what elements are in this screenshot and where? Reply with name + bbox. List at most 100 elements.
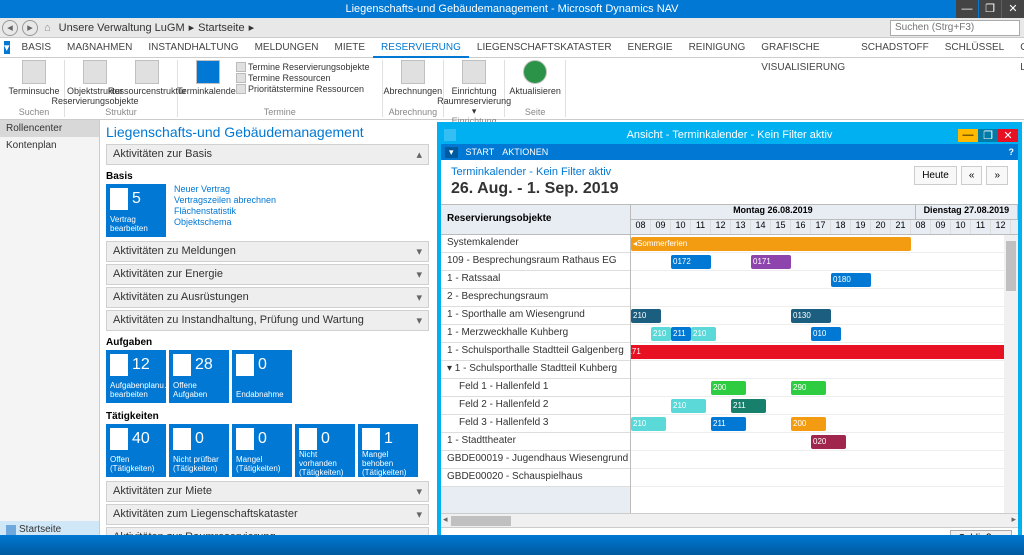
ribbon-mini[interactable]: Prioritätstermine Ressourcen [236,84,370,94]
tab-instandhaltung[interactable]: INSTANDHALTUNG [140,38,246,58]
section-liegkat[interactable]: Aktivitäten zum Liegenschaftskataster▾ [106,504,429,525]
ribbon-ressourcenstruktur[interactable]: Ressourcenstruktur [123,60,171,106]
gantt-row-label[interactable]: 1 - Merzweckhalle Kuhberg [441,325,630,343]
tab-grafische visualisierung[interactable]: GRAFISCHE VISUALISIERUNG [753,38,853,58]
gantt-row-label[interactable]: Feld 2 - Hallenfeld 2 [441,397,630,415]
section-miete[interactable]: Aktivitäten zur Miete▾ [106,481,429,502]
breadcrumb-page[interactable]: Startseite [198,22,244,34]
sched-help-icon[interactable]: ? [1009,147,1015,157]
tile[interactable]: 0Mangel (Tätigkeiten) [232,424,292,477]
minimize-icon[interactable]: — [956,0,978,18]
ribbon-aktualisieren[interactable]: Aktualisieren [511,60,559,96]
tab-gesamt lugm[interactable]: GESAMT LUGM [1012,38,1024,58]
tile-vertrag[interactable]: 5 Vertrag bearbeiten [106,184,166,237]
link-neuer-vertrag[interactable]: Neuer Vertrag [174,184,276,194]
section-instand[interactable]: Aktivitäten zu Instandhaltung, Prüfung u… [106,310,429,331]
sched-file-tab[interactable]: ▾ [445,147,458,158]
gantt-bar[interactable]: 211 [731,399,766,413]
gantt-bar[interactable]: 020 [811,435,846,449]
gantt-bar[interactable]: 211 [711,417,746,431]
sched-aktionen-tab[interactable]: AKTIONEN [502,147,548,157]
gantt-row-label[interactable]: Feld 3 - Hallenfeld 3 [441,415,630,433]
section-energie[interactable]: Aktivitäten zur Energie▾ [106,264,429,285]
tab-basis[interactable]: BASIS [14,38,59,58]
gantt-row-label[interactable]: 109 - Besprechungsraum Rathaus EG [441,253,630,271]
scrollbar-horizontal[interactable]: ◂▸ [441,513,1018,527]
search-input[interactable] [890,20,1020,36]
sched-restore-icon[interactable]: ❐ [978,129,998,142]
gantt-row-label[interactable]: 2 - Besprechungsraum [441,289,630,307]
sched-start-tab[interactable]: START [466,147,495,157]
ribbon-terminkalender[interactable]: Terminkalender [184,60,232,96]
section-meldungen[interactable]: Aktivitäten zu Meldungen▾ [106,241,429,262]
home-icon[interactable]: ⌂ [44,22,51,34]
sched-close-icon[interactable]: ✕ [998,129,1018,142]
tile[interactable]: 1Mangel behoben (Tätigkeiten) [358,424,418,477]
tile[interactable]: 40Offen (Tätigkeiten) [106,424,166,477]
tile[interactable]: 0Nicht vorhanden (Tätigkeiten) [295,424,355,477]
tile[interactable]: 0Endabnahme [232,350,292,403]
gantt-bar[interactable]: 0171 [751,255,791,269]
gantt-bar[interactable]: 210 [631,417,666,431]
gantt-bar[interactable]: 0180 [831,273,871,287]
gantt-bar[interactable]: 210 [671,399,706,413]
prev-button[interactable]: « [961,166,983,185]
ribbon-einrichtung-raumreservierung-[interactable]: Einrichtung Raumreservierung ▾ [450,60,498,116]
ribbon-objektstruktur-reservierungsobjekte[interactable]: Objektstruktur Reservierungsobjekte [71,60,119,106]
tab-schadstoff[interactable]: SCHADSTOFF [853,38,937,58]
gantt-bar[interactable]: 211 [671,327,691,341]
gantt-row-label[interactable]: Systemkalender [441,235,630,253]
gantt-bar[interactable]: 210 [651,327,671,341]
gantt-bar[interactable]: 200 [711,381,746,395]
ribbon-abrechnungen[interactable]: Abrechnungen [389,60,437,96]
section-basis[interactable]: Aktivitäten zur Basis▴ [106,144,429,165]
restore-icon[interactable]: ❐ [979,0,1001,18]
gantt-row-label[interactable]: 1 - Sporthalle am Wiesengrund [441,307,630,325]
tab-energie[interactable]: ENERGIE [620,38,681,58]
tab-miete[interactable]: MIETE [326,38,373,58]
gantt-row-label[interactable]: 1 - Schulsporthalle Stadtteil Galgenberg [441,343,630,361]
tab-meldungen[interactable]: MELDUNGEN [247,38,327,58]
link-vertragszeilen-abrechnen[interactable]: Vertragszeilen abrechnen [174,195,276,205]
gantt-bar[interactable]: 0172 [671,255,711,269]
tab-reservierung[interactable]: RESERVIERUNG [373,38,469,58]
section-ausruest[interactable]: Aktivitäten zu Ausrüstungen▾ [106,287,429,308]
scrollbar-vertical[interactable] [1004,235,1018,513]
tab-maßnahmen[interactable]: MAẞNAHMEN [59,38,140,58]
ribbon-mini[interactable]: Termine Ressourcen [236,73,370,83]
back-button[interactable]: ◂ [2,20,18,36]
gantt-row-label[interactable]: ▾ 1 - Schulsporthalle Stadtteil Kuhberg [441,361,630,379]
link-objektschema[interactable]: Objektschema [174,217,276,227]
tab-liegenschaftskataster[interactable]: LIEGENSCHAFTSKATASTER [469,38,620,58]
breadcrumb-root[interactable]: Unsere Verwaltung LuGM [59,22,185,34]
file-tab[interactable]: ▾ [4,41,10,54]
tile[interactable]: 28Offene Aufgaben [169,350,229,403]
gantt-row-label[interactable]: 1 - Stadttheater [441,433,630,451]
close-icon[interactable]: ✕ [1002,0,1024,18]
gantt-bar[interactable]: ◂Sommerferien [631,237,911,251]
tab-reinigung[interactable]: REINIGUNG [681,38,754,58]
gantt-row-label[interactable]: 1 - Ratssaal [441,271,630,289]
gantt-bar[interactable]: 210 [691,327,716,341]
today-button[interactable]: Heute [914,166,957,185]
gantt-bar[interactable]: 290 [791,381,826,395]
scheduler-titlebar: Ansicht - Terminkalender - Kein Filter a… [441,126,1018,144]
tile[interactable]: 0Nicht prüfbar (Tätigkeiten) [169,424,229,477]
gantt-bar[interactable]: 0130 [791,309,831,323]
tile[interactable]: 12Aufgabenplanu… bearbeiten [106,350,166,403]
gantt-row-label[interactable]: GBDE00019 - Jugendhaus Wiesengrund [441,451,630,469]
gantt-row-label[interactable]: Feld 1 - Hallenfeld 1 [441,379,630,397]
sched-minimize-icon[interactable]: — [958,129,978,142]
ribbon-mini[interactable]: Termine Reservierungsobjekte [236,62,370,72]
gantt-row-label[interactable]: GBDE00020 - Schauspielhaus [441,469,630,487]
gantt-bar[interactable]: 0171 [631,345,1018,359]
gantt-bar[interactable]: 210 [631,309,661,323]
sidebar-item-kontenplan[interactable]: Kontenplan [0,137,99,154]
link-fl-chenstatistik[interactable]: Flächenstatistik [174,206,276,216]
next-button[interactable]: » [986,166,1008,185]
gantt-bar[interactable]: 010 [811,327,841,341]
forward-button[interactable]: ▸ [22,20,38,36]
tab-schlüssel[interactable]: SCHLÜSSEL [937,38,1012,58]
sidebar-item-rollencenter[interactable]: Rollencenter [0,120,99,137]
gantt-bar[interactable]: 200 [791,417,826,431]
